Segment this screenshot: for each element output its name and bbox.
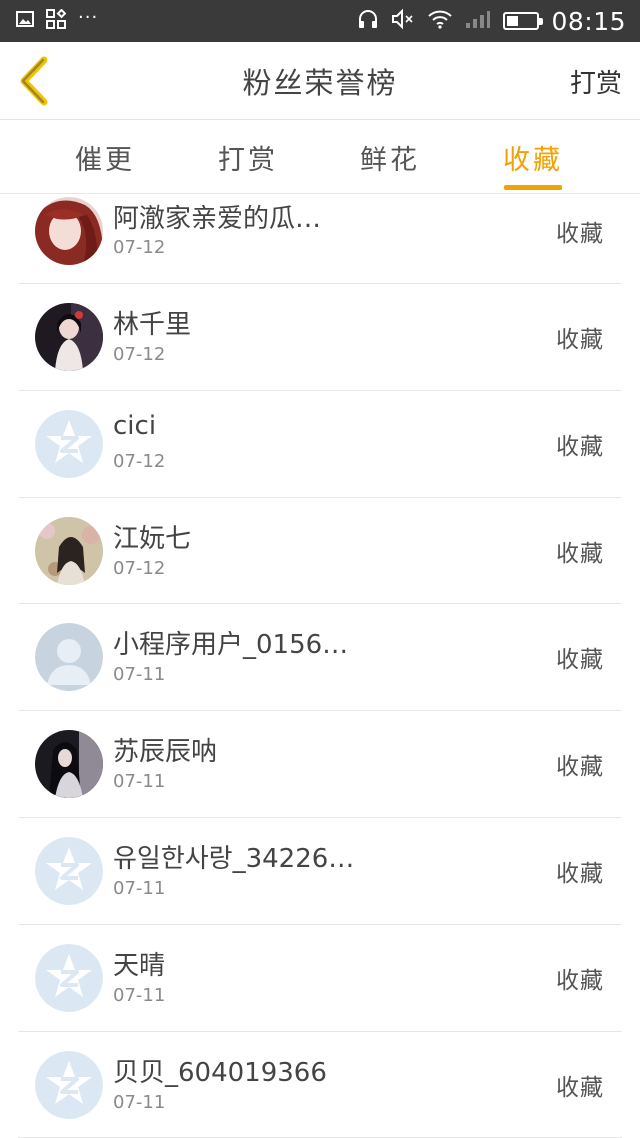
user-name: 阿澈家亲爱的瓜… xyxy=(113,204,322,234)
navigation-bar: 粉丝荣誉榜 打赏 xyxy=(0,42,640,120)
tab-bar: 催更 打赏 鲜花 收藏 xyxy=(0,121,640,194)
user-name: 江妧七 xyxy=(113,523,192,554)
page-title: 粉丝荣誉榜 xyxy=(242,66,398,100)
date-label: 07-12 xyxy=(113,344,166,365)
list-item[interactable]: 林千里 07-12 收藏 xyxy=(18,284,622,391)
tab-favorites[interactable]: 收藏 xyxy=(473,121,593,194)
list-item[interactable]: 阿澈家亲爱的瓜… 07-12 收藏 xyxy=(18,194,622,284)
tab-label: 鲜花 xyxy=(360,145,420,176)
avatar[interactable] xyxy=(35,516,103,585)
date-label: 07-11 xyxy=(113,984,166,1006)
date-label: 07-12 xyxy=(113,450,166,472)
fan-list: 阿澈家亲爱的瓜… 07-12 收藏 林千里 07-12 收藏 cici 07-1… xyxy=(0,194,640,1138)
status-bar: ··· 08:15 xyxy=(0,0,640,42)
avatar[interactable] xyxy=(35,1050,103,1119)
tab-label: 打赏 xyxy=(218,145,278,176)
default-qq-star-icon xyxy=(35,409,103,478)
favorite-status-label: 收藏 xyxy=(556,754,604,781)
list-item[interactable]: 天晴 07-11 收藏 xyxy=(18,925,622,1032)
status-bar-right: 08:15 xyxy=(357,7,626,36)
list-item[interactable]: cici 07-12 收藏 xyxy=(18,391,622,498)
favorite-status-label: 收藏 xyxy=(556,967,604,994)
date-label: 07-11 xyxy=(113,664,166,686)
user-name: 林千里 xyxy=(113,310,192,340)
user-photo-icon xyxy=(35,730,103,799)
favorite-status-label: 收藏 xyxy=(556,860,604,887)
battery-icon xyxy=(503,12,544,30)
default-qq-star-icon xyxy=(35,836,103,905)
avatar[interactable] xyxy=(35,623,103,692)
headphones-icon xyxy=(357,8,379,34)
favorite-status-label: 收藏 xyxy=(556,327,604,353)
date-label: 07-12 xyxy=(113,557,166,579)
tab-label: 催更 xyxy=(75,145,135,176)
tab-label: 收藏 xyxy=(503,145,563,176)
avatar[interactable] xyxy=(35,303,103,371)
user-name: 유일한사랑_34226… xyxy=(113,843,355,874)
list-item[interactable]: 苏辰辰呐 07-11 收藏 xyxy=(18,711,622,818)
date-label: 07-12 xyxy=(113,237,166,258)
date-label: 07-11 xyxy=(113,877,166,899)
reward-button[interactable]: 打赏 xyxy=(570,42,622,120)
wifi-icon xyxy=(427,9,453,33)
user-photo-icon xyxy=(35,303,103,371)
favorite-status-label: 收藏 xyxy=(556,221,604,247)
favorite-status-label: 收藏 xyxy=(556,1074,604,1101)
more-dots-icon: ··· xyxy=(78,6,99,28)
user-photo-icon xyxy=(35,197,103,265)
image-icon xyxy=(16,11,34,31)
qr-grid-icon xyxy=(46,8,67,33)
mute-icon xyxy=(391,8,415,34)
user-name: 小程序用户_0156… xyxy=(113,630,349,661)
favorite-status-label: 收藏 xyxy=(556,647,604,674)
list-item[interactable]: 贝贝_604019366 07-11 收藏 xyxy=(18,1032,622,1138)
default-qq-star-icon xyxy=(35,943,103,1012)
avatar[interactable] xyxy=(35,409,103,478)
status-bar-left: ··· xyxy=(16,6,99,33)
list-item[interactable]: 小程序用户_0156… 07-11 收藏 xyxy=(18,604,622,712)
user-name: 苏辰辰呐 xyxy=(113,737,218,768)
favorite-status-label: 收藏 xyxy=(556,540,604,567)
signal-icon xyxy=(465,9,491,33)
tab-urge[interactable]: 催更 xyxy=(45,121,165,194)
list-item[interactable]: 江妧七 07-12 收藏 xyxy=(18,498,622,605)
user-photo-icon xyxy=(35,516,103,585)
avatar[interactable] xyxy=(35,730,103,799)
favorite-status-label: 收藏 xyxy=(556,433,604,460)
avatar[interactable] xyxy=(35,943,103,1012)
avatar[interactable] xyxy=(35,836,103,905)
user-name: cici xyxy=(113,410,157,441)
status-time: 08:15 xyxy=(551,6,626,36)
date-label: 07-11 xyxy=(113,771,166,793)
default-qq-star-icon xyxy=(35,1050,103,1119)
date-label: 07-11 xyxy=(113,1091,166,1113)
list-item[interactable]: 유일한사랑_34226… 07-11 收藏 xyxy=(18,818,622,925)
default-person-icon xyxy=(35,623,103,692)
tab-reward[interactable]: 打赏 xyxy=(188,121,308,194)
user-name: 贝贝_604019366 xyxy=(113,1057,327,1088)
avatar[interactable] xyxy=(35,197,103,265)
user-name: 天晴 xyxy=(113,950,166,981)
tab-flowers[interactable]: 鲜花 xyxy=(330,121,450,194)
active-tab-indicator xyxy=(504,185,562,190)
